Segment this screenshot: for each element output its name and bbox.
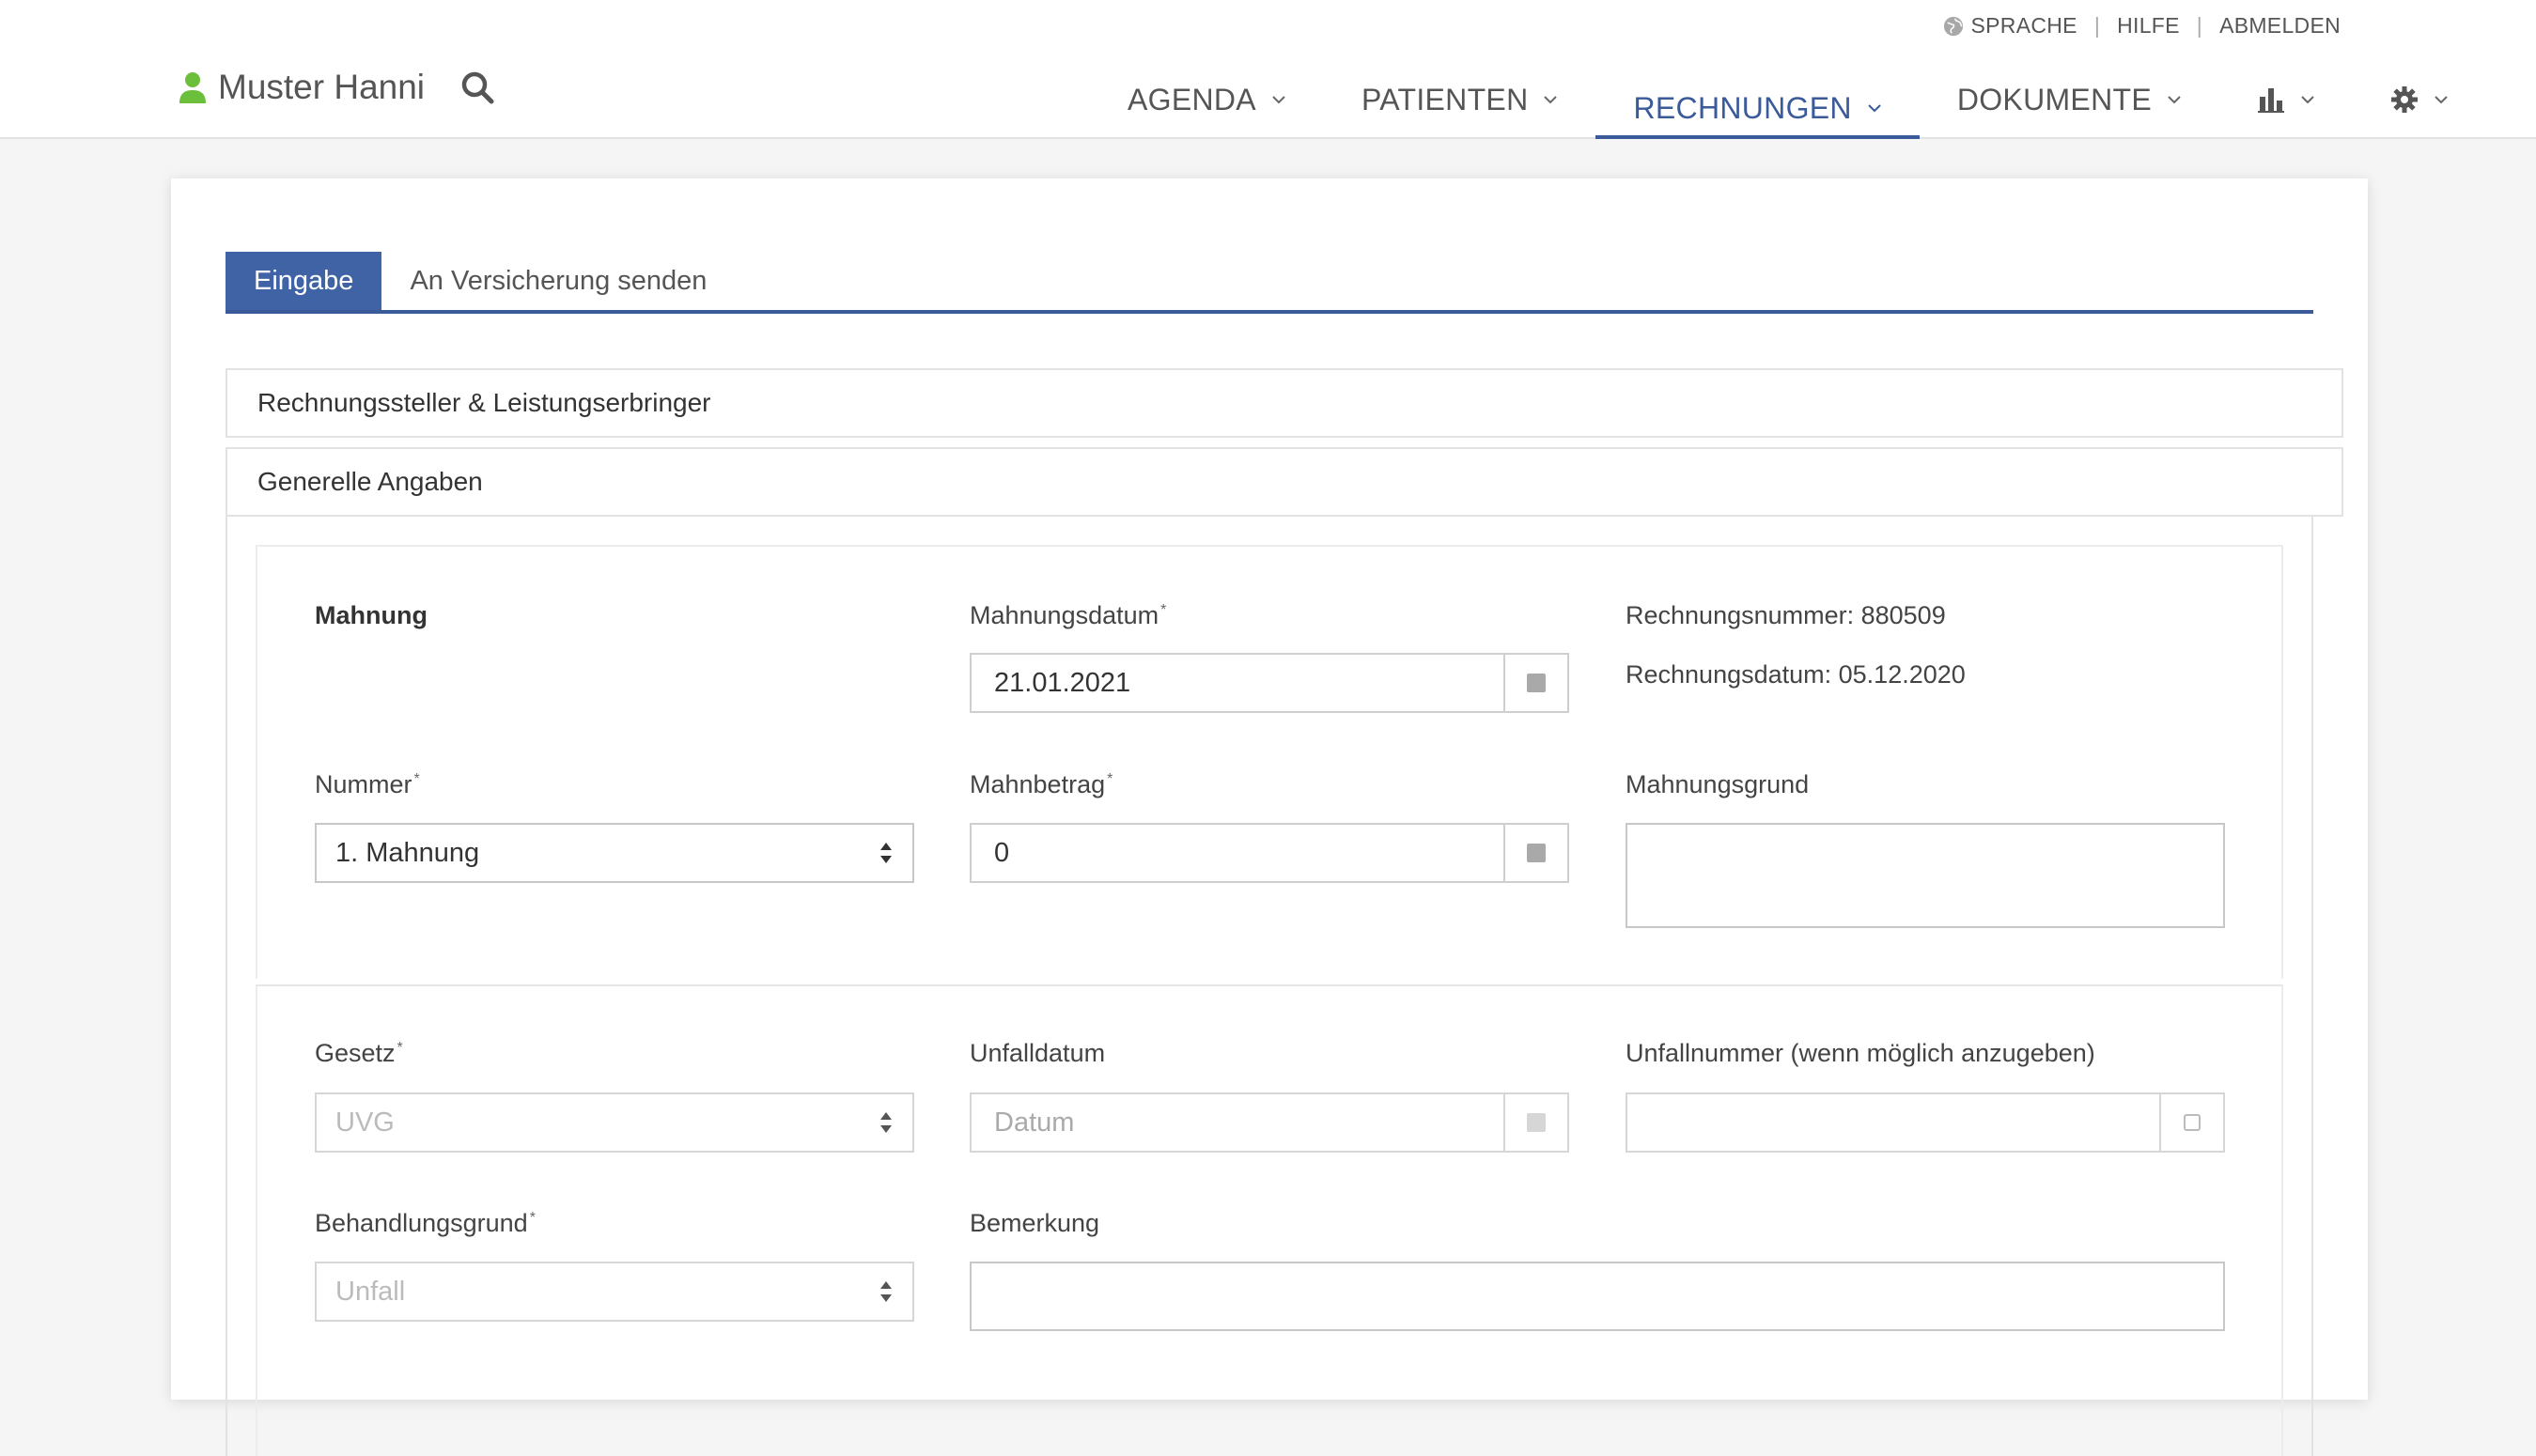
chevron-down-icon: [2301, 96, 2314, 104]
bar-chart-icon: [2257, 88, 2284, 113]
accident-number-field[interactable]: [1626, 1092, 2225, 1153]
treatment-select[interactable]: Unfall: [315, 1262, 914, 1322]
amount-addon-button[interactable]: [1503, 825, 1567, 881]
sort-icon: [880, 1112, 892, 1133]
calendar-button[interactable]: [1503, 1094, 1567, 1151]
treatment-value: Unfall: [335, 1276, 406, 1307]
calendar-icon: [1527, 674, 1546, 692]
law-label: Gesetz *: [315, 1039, 403, 1068]
checkbox-icon: [2184, 1114, 2201, 1131]
required-mark: *: [1107, 771, 1113, 787]
nav-agenda-label: AGENDA: [1128, 82, 1256, 116]
nav-statistics[interactable]: [2219, 60, 2353, 118]
user-name[interactable]: Muster Hanni: [218, 68, 425, 107]
remark-label: Bemerkung: [970, 1209, 1100, 1237]
sort-icon: [880, 1281, 892, 1302]
nav-patienten[interactable]: PATIENTEN: [1324, 60, 1596, 118]
treatment-label-text: Behandlungsgrund: [315, 1209, 528, 1237]
main-nav: AGENDA PATIENTEN RECHNUNGEN DOKUMENTE: [1090, 60, 2486, 139]
logout-link[interactable]: ABMELDEN: [2219, 13, 2341, 39]
accident-number-checkbox[interactable]: [2159, 1094, 2223, 1151]
accident-number-input[interactable]: [1627, 1093, 2159, 1152]
reminder-date-label: Mahnungsdatum *: [970, 601, 1166, 630]
addon-icon: [1527, 844, 1546, 862]
utility-separator: |: [2093, 13, 2101, 38]
required-mark: *: [1160, 602, 1167, 618]
chevron-down-icon: [2435, 96, 2448, 104]
chevron-down-icon: [1868, 104, 1881, 113]
invoice-number: Rechnungsnummer: 880509: [1626, 601, 1946, 629]
law-value: UVG: [335, 1107, 395, 1138]
reminder-number-label: Nummer *: [315, 770, 420, 799]
nav-dokumente-label: DOKUMENTE: [1956, 82, 2152, 116]
reminder-number-value: 1. Mahnung: [335, 837, 480, 868]
treatment-label: Behandlungsgrund *: [315, 1209, 536, 1238]
panel-general-header[interactable]: Generelle Angaben: [226, 447, 2343, 517]
required-mark: *: [397, 1040, 403, 1056]
invoice-date: Rechnungsdatum: 05.12.2020: [1626, 660, 1966, 689]
required-mark: *: [413, 771, 420, 787]
reminder-number-select[interactable]: 1. Mahnung: [315, 823, 914, 883]
reminder-section-label: Mahnung: [315, 601, 428, 629]
reminder-amount-label: Mahnbetrag *: [970, 770, 1112, 799]
user-icon: [179, 72, 206, 103]
reminder-reason-textarea[interactable]: [1626, 823, 2225, 928]
reminder-amount-label-text: Mahnbetrag: [970, 770, 1106, 798]
top-header: SPRACHE | HILFE | ABMELDEN Muster Hanni …: [0, 0, 2536, 139]
utility-separator: |: [2196, 13, 2203, 38]
nav-rechnungen-label: RECHNUNGEN: [1633, 90, 1852, 125]
sort-icon: [880, 843, 892, 863]
reminder-reason-label: Mahnungsgrund: [1626, 770, 1810, 798]
reminder-date-input[interactable]: [972, 654, 1503, 712]
nav-agenda[interactable]: AGENDA: [1090, 60, 1324, 118]
nav-rechnungen[interactable]: RECHNUNGEN: [1595, 60, 1920, 139]
reminder-date-field[interactable]: [970, 653, 1569, 713]
accident-date-label: Unfalldatum: [970, 1039, 1106, 1067]
panel-issuer-header[interactable]: Rechnungssteller & Leistungserbringer: [226, 368, 2343, 438]
search-icon[interactable]: [460, 70, 494, 104]
calendar-icon: [1527, 1113, 1546, 1132]
chevron-down-icon: [1544, 96, 1558, 104]
globe-icon: [1943, 16, 1963, 36]
reminder-amount-input[interactable]: [972, 824, 1503, 882]
law-select[interactable]: UVG: [315, 1092, 914, 1153]
nav-dokumente[interactable]: DOKUMENTE: [1920, 60, 2219, 118]
required-mark: *: [529, 1210, 536, 1226]
utility-nav: SPRACHE | HILFE | ABMELDEN: [1943, 13, 2341, 39]
nav-patienten-label: PATIENTEN: [1361, 82, 1529, 116]
tab-bar: Eingabe An Versicherung senden: [226, 252, 2313, 314]
reminder-number-label-text: Nummer: [315, 770, 412, 798]
remark-textarea[interactable]: [970, 1262, 2225, 1331]
user-area: Muster Hanni: [179, 68, 494, 107]
nav-settings[interactable]: [2353, 60, 2486, 118]
accident-date-input[interactable]: [972, 1093, 1503, 1152]
reminder-amount-field[interactable]: [970, 823, 1569, 883]
help-link[interactable]: HILFE: [2117, 13, 2180, 39]
invoice-card: Eingabe An Versicherung senden Rechnungs…: [171, 178, 2368, 1456]
tab-an-versicherung-senden[interactable]: An Versicherung senden: [381, 252, 735, 310]
gear-icon: [2390, 86, 2418, 113]
accident-number-label: Unfallnummer (wenn möglich anzugeben): [1626, 1039, 2095, 1067]
reminder-date-label-text: Mahnungsdatum: [970, 601, 1159, 629]
accident-date-field[interactable]: [970, 1092, 1569, 1153]
law-label-text: Gesetz: [315, 1039, 396, 1067]
tab-eingabe[interactable]: Eingabe: [226, 252, 382, 310]
language-link[interactable]: SPRACHE: [1971, 13, 2077, 39]
calendar-button[interactable]: [1503, 655, 1567, 711]
chevron-down-icon: [2168, 96, 2181, 104]
chevron-down-icon: [1272, 96, 1285, 104]
